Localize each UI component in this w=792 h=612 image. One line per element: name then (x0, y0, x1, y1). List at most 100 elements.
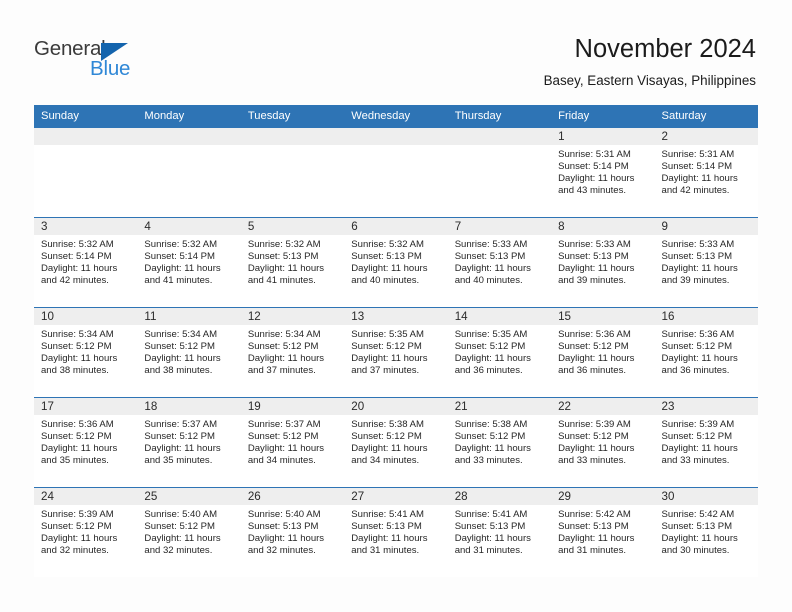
day-sun-info: Sunrise: 5:42 AM Sunset: 5:13 PM Daylight:… (655, 505, 758, 557)
day-daylight-text: and 37 minutes. (247, 365, 316, 377)
calendar-day-cell[interactable]: 12 Sunrise: 5:34 AM Sunset: 5:12 PM Dayligh… (240, 307, 345, 398)
day-sunrise-text: Sunrise: 5:32 AM (247, 239, 321, 250)
calendar-day-cell[interactable]: 8 Sunrise: 5:33 AM Sunset: 5:13 PM Daylight… (551, 217, 655, 308)
calendar-day-cell[interactable]: 17 Sunrise: 5:36 AM Sunset: 5:12 PM Dayligh… (34, 397, 138, 488)
day-sunset-text: Sunset: 5:14 PM (144, 251, 216, 263)
calendar-day-cell[interactable]: 24 Sunrise: 5:39 AM Sunset: 5:12 PM Dayligh… (34, 487, 138, 577)
day-cell-content: 26 Sunrise: 5:40 AM Sunset: 5:13 PM Dayligh… (240, 488, 345, 577)
day-daylight-text: Daylight: 11 hours (144, 263, 221, 275)
day-daylight-text: Daylight: 11 hours (144, 443, 221, 455)
day-sunset-text: Sunset: 5:13 PM (351, 251, 422, 263)
day-daylight-text: and 35 minutes. (144, 455, 213, 467)
calendar-day-cell[interactable]: 14 Sunrise: 5:35 AM Sunset: 5:12 PM Dayligh… (447, 307, 552, 398)
day-sun-info: Sunrise: 5:38 AM Sunset: 5:12 PM Daylight:… (448, 415, 551, 467)
calendar-day-cell[interactable]: 27 Sunrise: 5:41 AM Sunset: 5:13 PM Dayligh… (344, 487, 448, 577)
day-number: 26 (240, 488, 345, 505)
day-daylight-text: and 36 minutes. (558, 365, 627, 377)
day-daylight-text: and 38 minutes. (41, 365, 109, 377)
calendar-day-cell[interactable]: 10 Sunrise: 5:34 AM Sunset: 5:12 PM Dayligh… (34, 307, 138, 398)
day-sunrise-text: Sunrise: 5:42 AM (661, 509, 735, 520)
day-number: 24 (34, 488, 138, 505)
day-daylight-text: Daylight: 11 hours (558, 173, 635, 185)
day-daylight-text: Daylight: 11 hours (247, 443, 325, 455)
day-sunrise-text: Sunrise: 5:36 AM (41, 419, 114, 430)
day-number: 15 (551, 308, 655, 325)
day-sun-info: Sunrise: 5:33 AM Sunset: 5:13 PM Daylight:… (448, 235, 551, 287)
day-daylight-text: Daylight: 11 hours (351, 533, 428, 545)
day-sunrise-text: Sunrise: 5:34 AM (41, 329, 114, 340)
day-cell-content (137, 128, 241, 217)
day-daylight-text: Daylight: 11 hours (144, 353, 221, 365)
day-cell-content: 12 Sunrise: 5:34 AM Sunset: 5:12 PM Dayligh… (240, 308, 345, 397)
calendar-day-cell[interactable]: 15 Sunrise: 5:36 AM Sunset: 5:12 PM Dayligh… (551, 307, 655, 398)
calendar-day-cell[interactable]: 1 Sunrise: 5:31 AM Sunset: 5:14 PM Daylight… (551, 127, 655, 218)
day-sunrise-text: Sunrise: 5:42 AM (558, 509, 631, 520)
day-daylight-text: Daylight: 11 hours (41, 443, 118, 455)
day-sunrise-text: Sunrise: 5:39 AM (661, 419, 735, 430)
general-blue-logo[interactable]: General Blue (34, 38, 164, 84)
calendar-day-cell[interactable]: 28 Sunrise: 5:41 AM Sunset: 5:13 PM Dayligh… (447, 487, 552, 577)
calendar-day-cell[interactable]: 16 Sunrise: 5:36 AM Sunset: 5:12 PM Dayligh… (654, 307, 758, 398)
calendar-day-cell[interactable]: 5 Sunrise: 5:32 AM Sunset: 5:13 PM Daylight… (240, 217, 345, 308)
calendar-day-cell[interactable]: 6 Sunrise: 5:32 AM Sunset: 5:13 PM Daylight… (344, 217, 448, 308)
day-sunset-text: Sunset: 5:12 PM (558, 341, 629, 353)
day-number: 14 (447, 308, 552, 325)
day-daylight-text: Daylight: 11 hours (558, 353, 635, 365)
day-sun-info: Sunrise: 5:42 AM Sunset: 5:13 PM Daylight:… (551, 505, 654, 557)
day-sunrise-text: Sunrise: 5:32 AM (351, 239, 424, 250)
day-daylight-text: and 36 minutes. (661, 365, 730, 377)
calendar-day-cell[interactable]: 7 Sunrise: 5:33 AM Sunset: 5:13 PM Daylight… (447, 217, 552, 308)
day-daylight-text: Daylight: 11 hours (661, 353, 738, 365)
day-daylight-text: and 30 minutes. (661, 545, 730, 557)
calendar-day-cell[interactable]: 30 Sunrise: 5:42 AM Sunset: 5:13 PM Dayligh… (654, 487, 758, 577)
day-cell-content: 22 Sunrise: 5:39 AM Sunset: 5:12 PM Dayligh… (551, 398, 655, 487)
day-daylight-text: and 41 minutes. (247, 275, 316, 287)
calendar-day-cell[interactable]: 19 Sunrise: 5:37 AM Sunset: 5:12 PM Dayligh… (240, 397, 345, 488)
day-sun-info: Sunrise: 5:35 AM Sunset: 5:12 PM Daylight:… (344, 325, 447, 377)
day-sunset-text: Sunset: 5:13 PM (661, 251, 733, 263)
calendar-table: Sunday Monday Tuesday Wednesday Thursday… (34, 105, 758, 577)
day-number: 21 (447, 398, 552, 415)
calendar-day-cell[interactable]: 22 Sunrise: 5:39 AM Sunset: 5:12 PM Dayligh… (551, 397, 655, 488)
day-number: 9 (654, 218, 758, 235)
page-title: November 2024 (574, 35, 756, 63)
day-cell-content: 5 Sunrise: 5:32 AM Sunset: 5:13 PM Daylight… (240, 218, 345, 307)
calendar-day-cell[interactable]: 20 Sunrise: 5:38 AM Sunset: 5:12 PM Dayligh… (344, 397, 448, 488)
day-sun-info: Sunrise: 5:38 AM Sunset: 5:12 PM Daylight:… (344, 415, 447, 467)
day-sun-info: Sunrise: 5:35 AM Sunset: 5:12 PM Daylight:… (448, 325, 551, 377)
day-daylight-text: and 32 minutes. (247, 545, 316, 557)
calendar-day-cell[interactable]: 3 Sunrise: 5:32 AM Sunset: 5:14 PM Daylight… (34, 217, 138, 308)
day-cell-content: 1 Sunrise: 5:31 AM Sunset: 5:14 PM Daylight… (551, 128, 655, 217)
calendar-day-cell[interactable]: 9 Sunrise: 5:33 AM Sunset: 5:13 PM Daylight… (654, 217, 758, 308)
calendar-day-cell[interactable]: 4 Sunrise: 5:32 AM Sunset: 5:14 PM Daylight… (137, 217, 241, 308)
day-cell-content (34, 128, 138, 217)
calendar-day-cell[interactable]: 23 Sunrise: 5:39 AM Sunset: 5:12 PM Dayligh… (654, 397, 758, 488)
calendar-day-cell[interactable]: 2 Sunrise: 5:31 AM Sunset: 5:14 PM Daylight… (654, 127, 758, 218)
day-cell-content: 19 Sunrise: 5:37 AM Sunset: 5:12 PM Dayligh… (240, 398, 345, 487)
day-sun-info: Sunrise: 5:40 AM Sunset: 5:13 PM Daylight:… (241, 505, 344, 557)
day-sunset-text: Sunset: 5:12 PM (41, 521, 112, 533)
day-sunrise-text: Sunrise: 5:40 AM (247, 509, 321, 520)
day-sunset-text: Sunset: 5:13 PM (454, 521, 526, 533)
calendar-day-cell[interactable]: 26 Sunrise: 5:40 AM Sunset: 5:13 PM Dayligh… (240, 487, 345, 577)
day-daylight-text: and 36 minutes. (454, 365, 523, 377)
calendar-day-cell[interactable]: 25 Sunrise: 5:40 AM Sunset: 5:12 PM Dayligh… (137, 487, 241, 577)
day-sun-info: Sunrise: 5:32 AM Sunset: 5:13 PM Daylight:… (241, 235, 344, 287)
calendar-day-cell-empty (137, 127, 241, 218)
calendar-day-cell-empty (34, 127, 138, 218)
day-number: 12 (240, 308, 345, 325)
day-number: 23 (654, 398, 758, 415)
calendar-day-cell[interactable]: 13 Sunrise: 5:35 AM Sunset: 5:12 PM Dayligh… (344, 307, 448, 398)
calendar-day-cell[interactable]: 11 Sunrise: 5:34 AM Sunset: 5:12 PM Dayligh… (137, 307, 241, 398)
day-sunrise-text: Sunrise: 5:34 AM (144, 329, 218, 340)
day-cell-content: 20 Sunrise: 5:38 AM Sunset: 5:12 PM Dayligh… (344, 398, 448, 487)
calendar-day-cell[interactable]: 18 Sunrise: 5:37 AM Sunset: 5:12 PM Dayligh… (137, 397, 241, 488)
day-sunset-text: Sunset: 5:13 PM (247, 521, 319, 533)
day-number: 25 (137, 488, 241, 505)
day-cell-content: 18 Sunrise: 5:37 AM Sunset: 5:12 PM Dayligh… (137, 398, 241, 487)
day-daylight-text: Daylight: 11 hours (351, 443, 428, 455)
day-sunrise-text: Sunrise: 5:31 AM (558, 149, 631, 160)
calendar-day-cell[interactable]: 21 Sunrise: 5:38 AM Sunset: 5:12 PM Dayligh… (447, 397, 552, 488)
calendar-day-cell[interactable]: 29 Sunrise: 5:42 AM Sunset: 5:13 PM Dayligh… (551, 487, 655, 577)
day-number: 22 (551, 398, 655, 415)
